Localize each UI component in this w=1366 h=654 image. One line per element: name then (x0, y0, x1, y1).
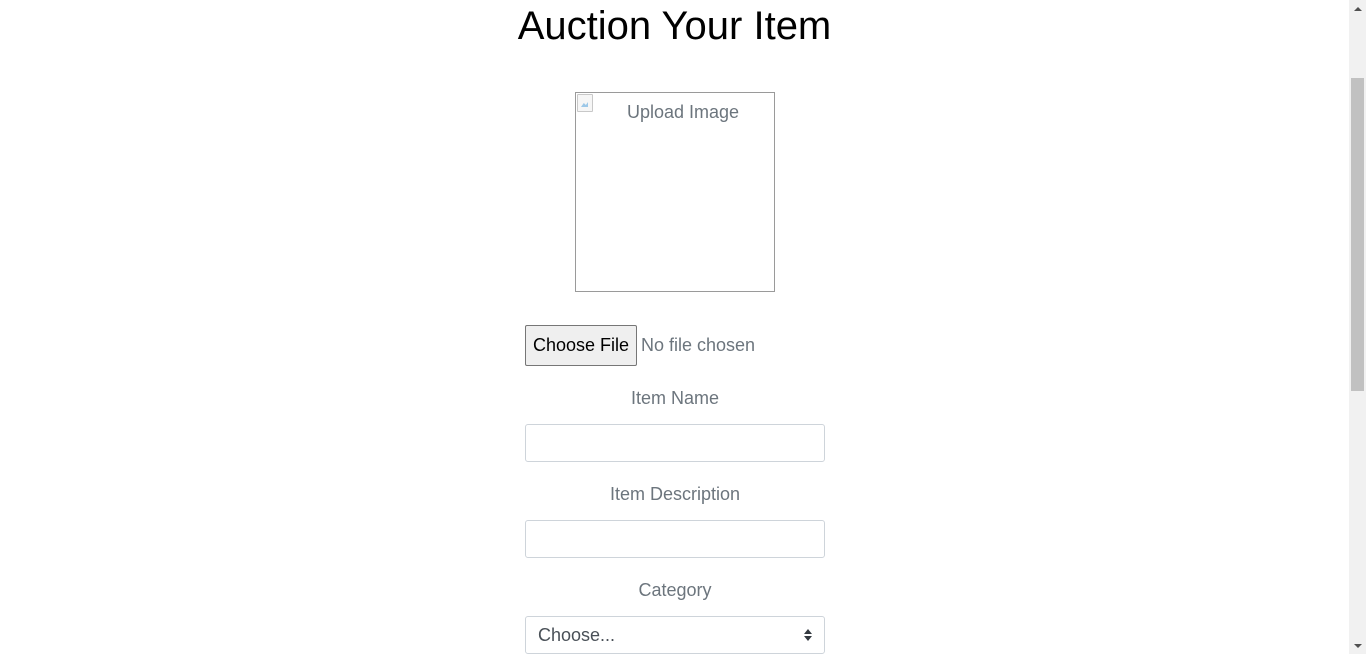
item-description-input[interactable] (525, 520, 825, 558)
image-alt-text: Upload Image (626, 102, 740, 122)
scroll-up-icon[interactable] (1349, 0, 1366, 17)
select-arrows-icon (804, 629, 812, 641)
page-title: Auction Your Item (517, 4, 832, 48)
image-preview: Upload Image (575, 92, 775, 292)
item-name-label: Item Name (630, 388, 720, 408)
choose-file-button[interactable]: Choose File (525, 325, 637, 366)
scroll-down-icon[interactable] (1349, 637, 1366, 654)
item-description-label: Item Description (609, 484, 741, 504)
category-selected-value: Choose... (538, 624, 616, 645)
item-name-input[interactable] (525, 424, 825, 462)
category-select[interactable]: Choose... (525, 616, 825, 654)
scrollbar-thumb[interactable] (1351, 78, 1364, 391)
auction-form-page: Auction Your Item Upload Image Choose Fi… (0, 0, 1349, 654)
vertical-scrollbar[interactable] (1349, 0, 1366, 654)
file-status-text: No file chosen (641, 335, 756, 355)
file-input[interactable]: Choose File No file chosen (525, 325, 755, 366)
category-label: Category (638, 580, 712, 600)
